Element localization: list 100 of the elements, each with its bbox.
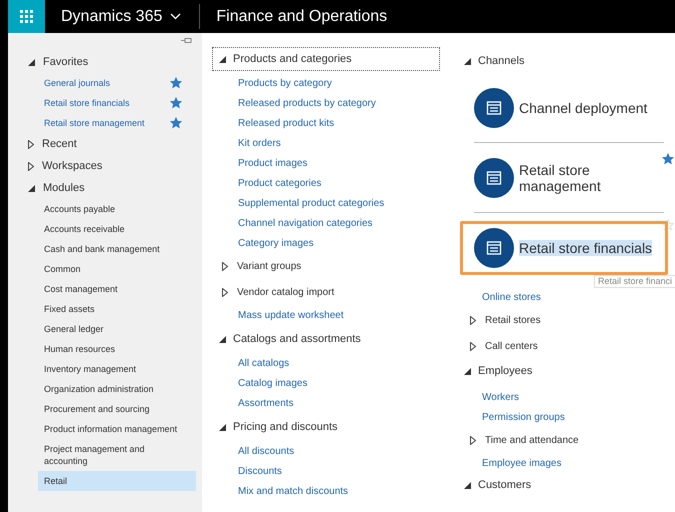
tile-label[interactable]: Channel deployment: [519, 100, 659, 116]
star-icon[interactable]: [170, 77, 182, 89]
collapsed-caret-icon[interactable]: [470, 342, 476, 350]
nav-item[interactable]: General ledger: [38, 319, 196, 339]
nav-link[interactable]: Permission groups: [482, 410, 565, 424]
nav-item-label: Fixed assets: [44, 303, 96, 315]
group-label[interactable]: Time and attendance: [485, 432, 579, 448]
nav-item[interactable]: Retail: [38, 471, 196, 491]
nav-link[interactable]: Catalog images: [238, 376, 308, 390]
section-label: Pricing and discounts: [233, 420, 338, 435]
section-label[interactable]: Workspaces: [42, 158, 102, 174]
nav-link[interactable]: Mix and match discounts: [238, 484, 348, 498]
section-label[interactable]: Recent: [42, 136, 77, 152]
section-label[interactable]: Employees: [478, 362, 532, 380]
section-header[interactable]: Catalogs and assortments: [212, 327, 440, 351]
nav-link[interactable]: Kit orders: [238, 136, 281, 150]
section-header[interactable]: Products and categories: [212, 47, 440, 71]
nav-link[interactable]: All discounts: [238, 444, 294, 458]
expanded-caret-icon[interactable]: [28, 58, 35, 66]
nav-link[interactable]: Product images: [238, 156, 308, 170]
nav-item[interactable]: Cost management: [38, 279, 196, 299]
collapsed-caret-icon[interactable]: [28, 140, 34, 148]
expanded-caret-icon[interactable]: [464, 482, 471, 488]
nav-item-label: Human resources: [44, 343, 116, 355]
nav-item-label: Accounts payable: [44, 203, 116, 215]
nav-item[interactable]: Retail store financials: [38, 93, 196, 113]
nav-link[interactable]: Channel navigation categories: [238, 216, 373, 230]
nav-link[interactable]: Workers: [482, 390, 520, 404]
nav-item[interactable]: Common: [38, 259, 196, 279]
store-tile-icon: [474, 228, 514, 268]
expanded-caret-icon[interactable]: [464, 58, 471, 64]
nav-item[interactable]: Product information management: [38, 419, 196, 439]
group-label[interactable]: Variant groups: [237, 258, 302, 274]
nav-link[interactable]: Released products by category: [238, 96, 376, 110]
expanded-caret-icon[interactable]: [219, 336, 226, 342]
store-tile-icon: [474, 88, 514, 128]
section-label[interactable]: Customers: [478, 476, 532, 494]
nav-item-label: Project management and accounting: [44, 443, 146, 467]
star-icon[interactable]: [170, 97, 182, 109]
pin-icon[interactable]: [181, 37, 192, 44]
star-icon[interactable]: [170, 117, 182, 129]
nav-item[interactable]: Human resources: [38, 339, 196, 359]
nav-item[interactable]: Inventory management: [38, 359, 196, 379]
group-label[interactable]: Vendor catalog import: [237, 284, 334, 300]
nav-item[interactable]: Project management and accounting: [38, 439, 196, 471]
nav-item-label: Organization administration: [44, 383, 155, 395]
nav-item[interactable]: Accounts payable: [38, 199, 196, 219]
collapsed-caret-icon[interactable]: [470, 436, 476, 444]
expanded-caret-icon[interactable]: [219, 56, 226, 62]
star-icon[interactable]: [662, 153, 674, 165]
collapsed-caret-icon[interactable]: [28, 162, 34, 170]
nav-item-label: Retail store financials: [44, 97, 131, 109]
nav-link[interactable]: Released product kits: [238, 116, 334, 130]
expanded-caret-icon[interactable]: [464, 368, 471, 374]
nav-link[interactable]: Products by category: [238, 76, 332, 90]
nav-item-label: Cash and bank management: [44, 243, 161, 255]
group-label[interactable]: Call centers: [485, 338, 538, 354]
nav-item-label: Accounts receivable: [44, 223, 126, 235]
section-label: Catalogs and assortments: [233, 332, 361, 347]
nav-link[interactable]: Assortments: [238, 396, 294, 410]
nav-item[interactable]: Organization administration: [38, 379, 196, 399]
tile-label[interactable]: Retail store management: [519, 162, 659, 194]
module-title: Finance and Operations: [215, 6, 388, 26]
nav-item[interactable]: Cash and bank management: [38, 239, 196, 259]
section-label[interactable]: Favorites: [43, 54, 88, 70]
expanded-caret-icon[interactable]: [28, 184, 35, 192]
collapsed-caret-icon[interactable]: [222, 262, 228, 270]
app-switcher-button[interactable]: Dynamics 365: [45, 0, 200, 33]
nav-link[interactable]: Mass update worksheet: [238, 308, 344, 322]
star-outline-icon[interactable]: [662, 219, 674, 231]
nav-item[interactable]: Procurement and sourcing: [38, 399, 196, 419]
nav-item-label: Retail: [44, 475, 68, 487]
nav-item[interactable]: Fixed assets: [38, 299, 196, 319]
nav-item-label: General journals: [44, 77, 112, 89]
collapsed-caret-icon[interactable]: [222, 288, 228, 296]
nav-item-label: Common: [44, 263, 82, 275]
nav-link[interactable]: Discounts: [238, 464, 282, 478]
nav-item-label: Product information management: [44, 423, 178, 435]
section-label[interactable]: Channels: [478, 52, 524, 70]
expanded-caret-icon[interactable]: [219, 424, 226, 430]
nav-link[interactable]: Online stores: [482, 290, 541, 304]
nav-link[interactable]: Category images: [238, 236, 314, 250]
nav-link[interactable]: Employee images: [482, 456, 562, 470]
nav-item-label: General ledger: [44, 323, 105, 335]
store-tile-icon: [474, 158, 514, 198]
chevron-down-icon: [170, 13, 182, 20]
collapsed-caret-icon[interactable]: [470, 316, 476, 324]
section-header[interactable]: Pricing and discounts: [212, 415, 440, 439]
nav-item[interactable]: Accounts receivable: [38, 219, 196, 239]
nav-item[interactable]: General journals: [38, 73, 196, 93]
nav-link[interactable]: Product categories: [238, 176, 322, 190]
tooltip: Retail store financi: [594, 275, 675, 288]
nav-link[interactable]: Supplemental product categories: [238, 196, 384, 210]
waffle-icon: [20, 10, 33, 23]
app-launcher-button[interactable]: [8, 0, 45, 33]
nav-item-label: Inventory management: [44, 363, 138, 375]
section-label[interactable]: Modules: [43, 180, 85, 196]
nav-link[interactable]: All catalogs: [238, 356, 290, 370]
group-label[interactable]: Retail stores: [485, 312, 541, 328]
nav-item[interactable]: Retail store management: [38, 113, 196, 133]
